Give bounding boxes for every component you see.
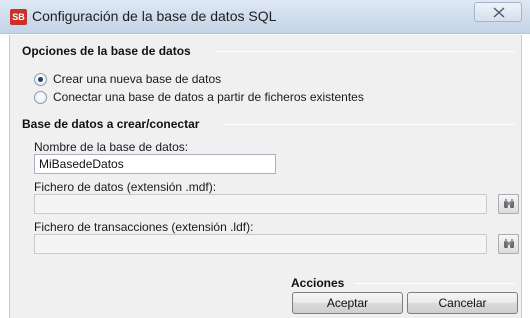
close-button[interactable] [474,2,522,22]
log-file-label: Fichero de transacciones (extensión .ldf… [34,220,254,234]
accept-button[interactable]: Aceptar [292,292,403,314]
window-title: Configuración de la base de datos SQL [32,8,277,24]
radio-create-new-label[interactable]: Crear una nueva base de datos [53,72,221,86]
radio-attach-existing[interactable]: Conectar una base de datos a partir de f… [34,89,364,105]
sb-app-icon: SB [10,9,27,25]
close-icon [493,7,505,18]
options-group-divider [215,51,515,52]
actions-group-title: Acciones [291,276,345,290]
radio-create-new[interactable]: Crear una nueva base de datos [34,71,221,87]
database-group-divider [223,124,515,125]
radio-attach-existing-indicator[interactable] [34,90,47,104]
data-file-label: Fichero de datos (extensión .mdf): [34,180,217,194]
database-name-input[interactable] [34,154,276,174]
data-file-browse-button[interactable] [498,194,519,214]
radio-create-new-indicator[interactable] [34,72,47,86]
log-file-input[interactable] [34,234,487,254]
database-group-title: Base de datos a crear/conectar [22,117,200,131]
dialog-client-area: Opciones de la base de datos Crear una n… [9,35,522,318]
binoculars-icon [504,199,514,208]
actions-group-divider [354,283,515,284]
radio-attach-existing-label[interactable]: Conectar una base de datos a partir de f… [53,90,364,104]
log-file-browse-button[interactable] [498,234,519,254]
data-file-input[interactable] [34,194,487,214]
database-name-label: Nombre de la base de datos: [34,140,189,154]
cancel-button[interactable]: Cancelar [407,292,518,314]
title-bar: SB Configuración de la base de datos SQL [0,0,530,34]
binoculars-icon [504,239,514,248]
options-group-title: Opciones de la base de datos [22,44,191,58]
